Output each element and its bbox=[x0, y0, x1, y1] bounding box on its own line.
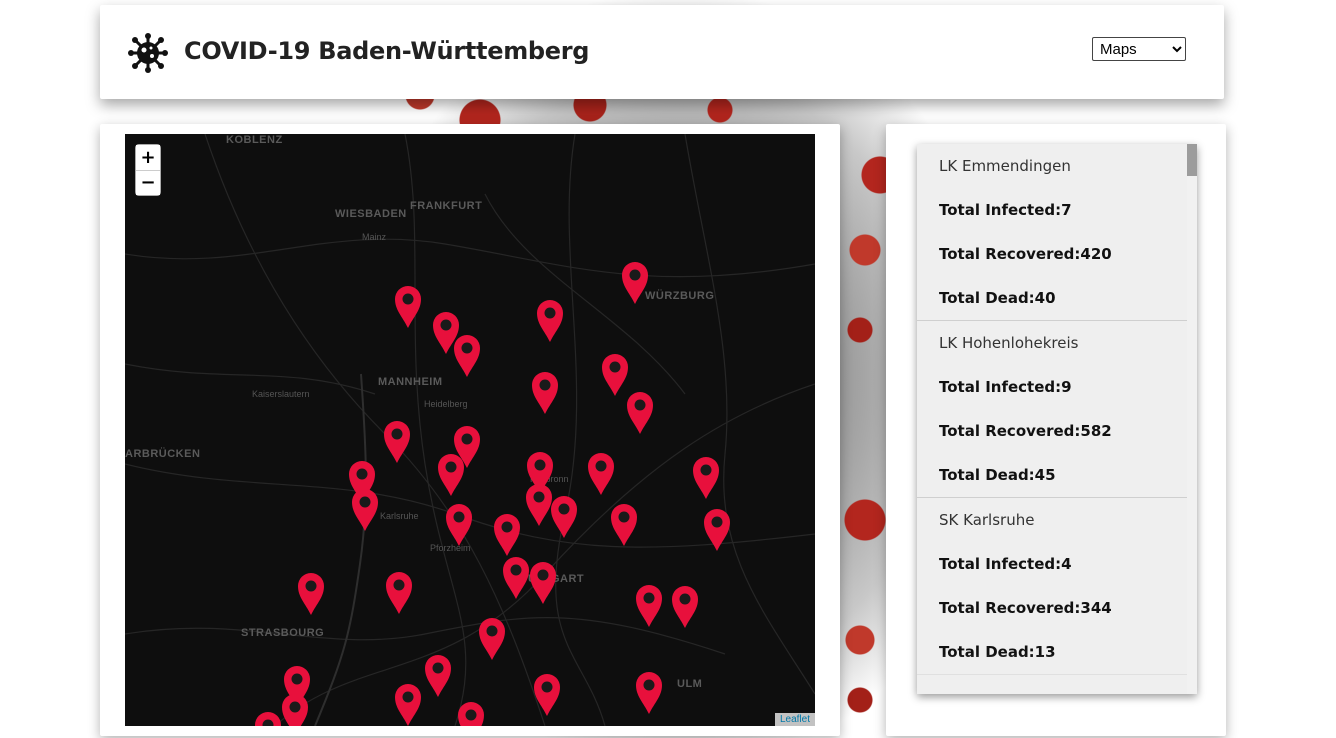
location-marker-icon[interactable] bbox=[704, 509, 730, 551]
map-card: KOBLENZ WIESBADEN FRANKFURT Mainz WÜRZBU… bbox=[100, 124, 840, 736]
location-marker-icon[interactable] bbox=[537, 300, 563, 342]
location-marker-icon[interactable] bbox=[446, 504, 472, 546]
location-marker-icon[interactable] bbox=[534, 674, 560, 716]
location-marker-icon[interactable] bbox=[479, 618, 505, 660]
total-dead: Total Dead:45 bbox=[939, 466, 1056, 484]
map-view[interactable]: KOBLENZ WIESBADEN FRANKFURT Mainz WÜRZBU… bbox=[125, 134, 815, 726]
list-fade bbox=[917, 654, 1187, 694]
total-recovered: Total Recovered:420 bbox=[939, 245, 1112, 263]
district-panel: LK Emmendingen Total Infected:7 Total Re… bbox=[886, 124, 1226, 736]
district-name: SK Karlsruhe bbox=[939, 511, 1035, 529]
location-marker-icon[interactable] bbox=[458, 702, 484, 726]
location-marker-icon[interactable] bbox=[425, 655, 451, 697]
total-infected: Total Infected:4 bbox=[939, 555, 1072, 573]
location-marker-icon[interactable] bbox=[672, 586, 698, 628]
district-item: LK Hohenlohekreis Total Infected:9 Total… bbox=[917, 321, 1187, 498]
total-infected: Total Infected:9 bbox=[939, 378, 1072, 396]
zoom-out-button[interactable]: − bbox=[136, 170, 160, 195]
scrollbar-track[interactable] bbox=[1187, 144, 1197, 694]
location-marker-icon[interactable] bbox=[384, 421, 410, 463]
location-marker-icon[interactable] bbox=[494, 514, 520, 556]
location-marker-icon[interactable] bbox=[352, 489, 378, 531]
location-marker-icon[interactable] bbox=[611, 504, 637, 546]
location-marker-icon[interactable] bbox=[454, 335, 480, 377]
marker-layer bbox=[255, 262, 730, 726]
view-select-dropdown[interactable]: Maps bbox=[1092, 37, 1186, 61]
location-marker-icon[interactable] bbox=[551, 496, 577, 538]
location-marker-icon[interactable] bbox=[602, 354, 628, 396]
zoom-control: + − bbox=[135, 144, 161, 196]
page-title: COVID-19 Baden-Württemberg bbox=[184, 37, 590, 65]
location-marker-icon[interactable] bbox=[438, 454, 464, 496]
total-recovered: Total Recovered:344 bbox=[939, 599, 1112, 617]
location-marker-icon[interactable] bbox=[255, 712, 281, 726]
location-marker-icon[interactable] bbox=[395, 286, 421, 328]
location-marker-icon[interactable] bbox=[386, 572, 412, 614]
zoom-in-button[interactable]: + bbox=[136, 145, 160, 170]
location-marker-icon[interactable] bbox=[588, 453, 614, 495]
location-marker-icon[interactable] bbox=[627, 392, 653, 434]
district-list[interactable]: LK Emmendingen Total Infected:7 Total Re… bbox=[917, 144, 1197, 694]
district-item: SK Karlsruhe Total Infected:4 Total Reco… bbox=[917, 498, 1187, 675]
app-header: COVID-19 Baden-Württemberg Maps bbox=[100, 5, 1224, 99]
district-name: LK Hohenlohekreis bbox=[939, 334, 1079, 352]
location-marker-icon[interactable] bbox=[530, 562, 556, 604]
location-marker-icon[interactable] bbox=[622, 262, 648, 304]
location-marker-icon[interactable] bbox=[636, 585, 662, 627]
location-marker-icon[interactable] bbox=[503, 557, 529, 599]
location-marker-icon[interactable] bbox=[395, 684, 421, 726]
total-infected: Total Infected:7 bbox=[939, 201, 1072, 219]
scrollbar-thumb[interactable] bbox=[1187, 144, 1197, 176]
virus-icon bbox=[128, 33, 168, 73]
location-marker-icon[interactable] bbox=[298, 573, 324, 615]
leaflet-attribution-link[interactable]: Leaflet bbox=[774, 713, 815, 726]
location-marker-icon[interactable] bbox=[282, 694, 308, 726]
total-dead: Total Dead:40 bbox=[939, 289, 1056, 307]
location-marker-icon[interactable] bbox=[532, 372, 558, 414]
total-recovered: Total Recovered:582 bbox=[939, 422, 1112, 440]
location-marker-icon[interactable] bbox=[636, 672, 662, 714]
location-marker-icon[interactable] bbox=[693, 457, 719, 499]
district-name: LK Emmendingen bbox=[939, 157, 1071, 175]
district-item: LK Emmendingen Total Infected:7 Total Re… bbox=[917, 144, 1187, 321]
location-marker-icon[interactable] bbox=[526, 483, 552, 526]
